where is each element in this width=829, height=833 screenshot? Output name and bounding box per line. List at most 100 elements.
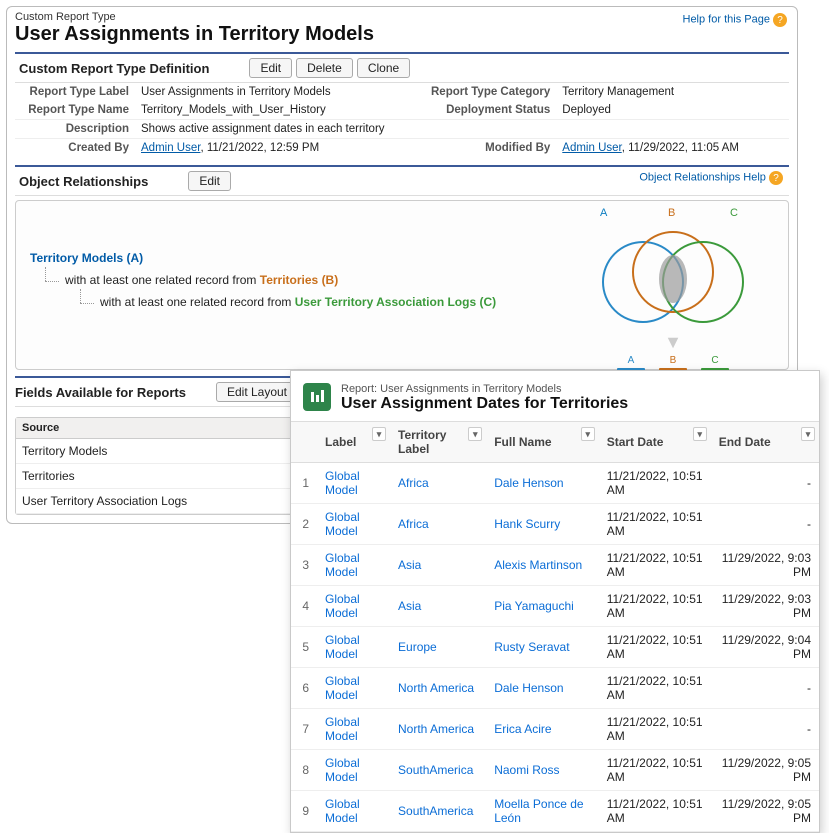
- chevron-down-icon[interactable]: ▾: [468, 427, 482, 441]
- territory-link[interactable]: Asia: [398, 599, 421, 613]
- created-by-time: , 11/21/2022, 12:59 PM: [200, 142, 319, 154]
- label-report-type-name: Report Type Name: [15, 101, 135, 120]
- label-link[interactable]: Global Model: [325, 797, 360, 825]
- col-label[interactable]: Label▾: [317, 422, 390, 463]
- col-territory-label[interactable]: Territory Label▾: [390, 422, 486, 463]
- cell-fullname: Rusty Seravat: [486, 627, 599, 668]
- list-col-c: C: [701, 355, 729, 366]
- territory-link[interactable]: Asia: [398, 558, 421, 572]
- label-modified-by: Modified By: [425, 139, 556, 158]
- territory-link[interactable]: Africa: [398, 517, 429, 531]
- report-table: Label▾ Territory Label▾ Full Name▾ Start…: [291, 421, 819, 832]
- label-link[interactable]: Global Model: [325, 715, 360, 743]
- label-link[interactable]: Global Model: [325, 592, 360, 620]
- object-relationships-help-link[interactable]: Object Relationships Help: [639, 172, 766, 184]
- edit-button[interactable]: Edit: [249, 58, 292, 78]
- cell-label: Global Model: [317, 586, 390, 627]
- fullname-link[interactable]: Hank Scurry: [494, 517, 560, 531]
- created-by-user-link[interactable]: Admin User: [141, 142, 200, 154]
- cell-fullname: Hank Scurry: [486, 504, 599, 545]
- cell-label: Global Model: [317, 791, 390, 832]
- cell-end-date: -: [711, 709, 819, 750]
- relationships-section-bar: Object Relationships Edit Object Relatio…: [15, 165, 789, 196]
- label-link[interactable]: Global Model: [325, 469, 360, 497]
- report-header: Report: User Assignments in Territory Mo…: [291, 371, 819, 421]
- cell-end-date: -: [711, 504, 819, 545]
- cell-end-date: 11/29/2022, 9:03 PM: [711, 545, 819, 586]
- page-help: Help for this Page ?: [683, 13, 788, 27]
- value-deployment-status: Deployed: [556, 101, 789, 120]
- definition-section-bar: Custom Report Type Definition Edit Delet…: [15, 52, 789, 83]
- fullname-link[interactable]: Moella Ponce de León: [494, 797, 583, 825]
- cell-territory: Asia: [390, 545, 486, 586]
- cell-index: 8: [291, 750, 317, 791]
- relationships-edit-button[interactable]: Edit: [188, 171, 231, 191]
- arrow-down-icon: ▼: [588, 332, 758, 353]
- territory-link[interactable]: Europe: [398, 640, 437, 654]
- fields-source-header: Source: [16, 418, 314, 439]
- chevron-down-icon[interactable]: ▾: [693, 427, 707, 441]
- territory-link[interactable]: SouthAmerica: [398, 804, 473, 818]
- modified-by-user-link[interactable]: Admin User: [562, 142, 621, 154]
- label-report-type-label: Report Type Label: [15, 83, 135, 101]
- col-start-date[interactable]: Start Date▾: [599, 422, 711, 463]
- territory-link[interactable]: Africa: [398, 476, 429, 490]
- cell-start-date: 11/21/2022, 10:51 AM: [599, 791, 711, 832]
- report-eyebrow: Report: User Assignments in Territory Mo…: [341, 383, 562, 395]
- value-created-by: Admin User, 11/21/2022, 12:59 PM: [135, 139, 425, 158]
- label-link[interactable]: Global Model: [325, 756, 360, 784]
- fullname-link[interactable]: Dale Henson: [494, 476, 563, 490]
- value-report-type-label: User Assignments in Territory Models: [135, 83, 425, 101]
- fields-source-row[interactable]: Territory Models: [16, 439, 314, 464]
- cell-index: 2: [291, 504, 317, 545]
- chevron-down-icon[interactable]: ▾: [372, 427, 386, 441]
- fullname-link[interactable]: Erica Acire: [494, 722, 551, 736]
- cell-fullname: Moella Ponce de León: [486, 791, 599, 832]
- table-row: 9Global ModelSouthAmericaMoella Ponce de…: [291, 791, 819, 832]
- tree-line-1-object[interactable]: Territories (B): [260, 273, 338, 287]
- territory-link[interactable]: North America: [398, 722, 474, 736]
- report-table-head: Label▾ Territory Label▾ Full Name▾ Start…: [291, 422, 819, 463]
- label-link[interactable]: Global Model: [325, 674, 360, 702]
- venn-diagram: A B C ▼ A B C: [588, 207, 758, 393]
- cell-end-date: 11/29/2022, 9:04 PM: [711, 627, 819, 668]
- cell-index: 6: [291, 668, 317, 709]
- venn-label-c: C: [730, 207, 738, 219]
- fields-source-table: Source Territory Models Territories User…: [15, 417, 315, 515]
- report-table-body: 1Global ModelAfricaDale Henson11/21/2022…: [291, 463, 819, 832]
- clone-button[interactable]: Clone: [357, 58, 410, 78]
- fullname-link[interactable]: Dale Henson: [494, 681, 563, 695]
- fullname-link[interactable]: Pia Yamaguchi: [494, 599, 574, 613]
- definition-buttons: Edit Delete Clone: [249, 58, 410, 78]
- chevron-down-icon[interactable]: ▾: [801, 427, 815, 441]
- cell-territory: North America: [390, 709, 486, 750]
- edit-layout-button[interactable]: Edit Layout: [216, 382, 298, 402]
- help-for-page-link[interactable]: Help for this Page: [683, 14, 770, 26]
- chevron-down-icon[interactable]: ▾: [581, 427, 595, 441]
- modified-by-time: , 11/29/2022, 11:05 AM: [622, 142, 739, 154]
- fullname-link[interactable]: Alexis Martinson: [494, 558, 582, 572]
- cell-end-date: 11/29/2022, 9:05 PM: [711, 791, 819, 832]
- cell-label: Global Model: [317, 750, 390, 791]
- label-link[interactable]: Global Model: [325, 551, 360, 579]
- col-end-date[interactable]: End Date▾: [711, 422, 819, 463]
- fullname-link[interactable]: Rusty Seravat: [494, 640, 569, 654]
- territory-link[interactable]: North America: [398, 681, 474, 695]
- cell-fullname: Dale Henson: [486, 668, 599, 709]
- cell-end-date: -: [711, 463, 819, 504]
- fields-source-row[interactable]: Territories: [16, 464, 314, 489]
- list-col-a: A: [617, 355, 645, 366]
- fullname-link[interactable]: Naomi Ross: [494, 763, 559, 777]
- delete-button[interactable]: Delete: [296, 58, 353, 78]
- cell-territory: Africa: [390, 463, 486, 504]
- tree-line-2-object[interactable]: User Territory Association Logs (C): [295, 295, 496, 309]
- territory-link[interactable]: SouthAmerica: [398, 763, 473, 777]
- cell-fullname: Erica Acire: [486, 709, 599, 750]
- value-report-type-category: Territory Management: [556, 83, 789, 101]
- help-icon: ?: [769, 171, 783, 185]
- label-link[interactable]: Global Model: [325, 510, 360, 538]
- cell-territory: Europe: [390, 627, 486, 668]
- col-full-name[interactable]: Full Name▾: [486, 422, 599, 463]
- fields-source-row[interactable]: User Territory Association Logs: [16, 489, 314, 514]
- help-icon: ?: [773, 13, 787, 27]
